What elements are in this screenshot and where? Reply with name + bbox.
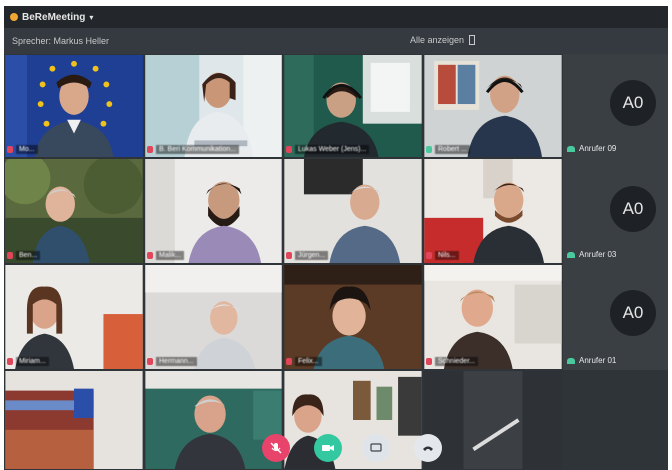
top-bar: BeReMeeting ▾ xyxy=(4,6,668,28)
participant-tile[interactable]: Schnieder... xyxy=(423,264,563,370)
video-icon xyxy=(322,445,334,451)
participant-video xyxy=(424,55,562,157)
hang-up-button[interactable] xyxy=(414,434,442,462)
phone-icon xyxy=(567,251,575,258)
screen-share-button[interactable] xyxy=(362,434,390,462)
participant-name-bar: Hermann... xyxy=(147,355,280,367)
meeting-title[interactable]: BeReMeeting xyxy=(22,12,85,23)
screen-share-icon xyxy=(370,443,382,452)
hang-up-icon xyxy=(423,446,433,451)
mic-muted-icon xyxy=(147,145,153,153)
participant-name: Lukas Weber (Jens)... xyxy=(295,144,370,154)
participant-name: Miriam... xyxy=(16,356,49,366)
participant-tile[interactable]: Ben... xyxy=(4,158,144,264)
participant-name-bar: Lukas Weber (Jens)... xyxy=(286,143,420,155)
caller-label: Anrufer 03 xyxy=(567,250,616,259)
participant-tile[interactable]: Hermann... xyxy=(144,264,283,370)
participant-tile[interactable]: B. Beri Kommunikation... xyxy=(144,54,283,158)
phone-icon xyxy=(567,145,575,152)
participant-video xyxy=(284,55,422,157)
participant-name-bar: Malik... xyxy=(147,249,280,261)
caller-name: Anrufer 01 xyxy=(579,356,617,365)
phone-icon xyxy=(567,357,575,364)
mic-muted-icon xyxy=(426,251,432,259)
participant-name-bar: B. Beri Kommunikation... xyxy=(147,143,280,155)
participant-tile[interactable]: Lukas Weber (Jens)... xyxy=(283,54,423,158)
mic-off-icon xyxy=(270,442,282,454)
mic-muted-icon xyxy=(286,145,292,153)
caller-name: Anrufer 09 xyxy=(579,144,617,153)
participant-name-bar: Felix... xyxy=(286,355,420,367)
participant-name-bar: Ben... xyxy=(7,249,141,261)
mic-muted-icon xyxy=(7,251,13,259)
mic-muted-icon xyxy=(286,357,292,365)
participant-name: Mo... xyxy=(16,144,38,154)
chevron-down-icon[interactable]: ▾ xyxy=(89,13,93,22)
speaker-bar: Sprecher: Markus Heller Alle anzeigen xyxy=(4,28,668,54)
participant-name: Hermann... xyxy=(156,356,197,366)
participant-name-bar: Miriam... xyxy=(7,355,141,367)
participant-name: Felix... xyxy=(295,356,322,366)
participant-tile[interactable]: Miriam... xyxy=(4,264,144,370)
participant-name: Ben... xyxy=(16,250,41,260)
participant-tile[interactable]: Mo... xyxy=(4,54,144,158)
participant-name: Malik... xyxy=(156,250,185,260)
active-speaker-label: Sprecher: Markus Heller xyxy=(12,36,110,46)
layout-icon xyxy=(469,35,476,45)
participant-video xyxy=(145,159,282,263)
meeting-status-icon xyxy=(10,13,18,21)
mic-muted-icon xyxy=(7,145,13,153)
participant-grid: Mo... B. Beri Kommunikation... Lukas Web… xyxy=(4,54,668,470)
caller-label: Anrufer 09 xyxy=(567,144,616,153)
participant-video xyxy=(5,159,143,263)
participant-name: Robert ... xyxy=(435,144,470,154)
participant-video xyxy=(424,265,562,369)
avatar: A0 xyxy=(610,186,656,232)
video-conference-window: BeReMeeting ▾ Sprecher: Markus Heller Al… xyxy=(4,6,668,470)
participant-video xyxy=(284,265,422,369)
participant-video xyxy=(5,55,143,157)
mic-muted-icon xyxy=(7,357,13,365)
participant-name-bar: Robert ... xyxy=(426,143,560,155)
view-toggle[interactable]: Alle anzeigen xyxy=(410,35,476,45)
mic-muted-icon xyxy=(147,251,153,259)
participant-tile[interactable]: Malik... xyxy=(144,158,283,264)
video-button[interactable] xyxy=(314,434,342,462)
participant-name-bar: Jürgen... xyxy=(286,249,420,261)
caller-label: Anrufer 01 xyxy=(567,356,616,365)
view-toggle-label: Alle anzeigen xyxy=(410,35,465,45)
participant-name: B. Beri Kommunikation... xyxy=(156,144,240,154)
anonymous-tile[interactable]: A0 Anrufer 01 xyxy=(563,264,668,370)
caller-name: Anrufer 03 xyxy=(579,250,617,259)
participant-video xyxy=(5,265,143,369)
participant-name-bar: Nils... xyxy=(426,249,560,261)
participant-name: Jürgen... xyxy=(295,250,329,260)
mic-muted-icon xyxy=(426,357,432,365)
participant-video xyxy=(145,265,282,369)
participant-video xyxy=(284,159,422,263)
participant-tile[interactable]: Jürgen... xyxy=(283,158,423,264)
participant-video xyxy=(424,159,562,263)
mic-muted-icon xyxy=(286,251,292,259)
participant-tile[interactable]: Nils... xyxy=(423,158,563,264)
mic-muted-icon xyxy=(147,357,153,365)
anonymous-tile[interactable]: A0 Anrufer 03 xyxy=(563,158,668,264)
call-controls xyxy=(4,434,668,466)
participant-name: Schnieder... xyxy=(435,356,478,366)
participant-video xyxy=(145,55,282,157)
mute-button[interactable] xyxy=(262,434,290,462)
avatar: A0 xyxy=(610,290,656,336)
participant-name: Nils... xyxy=(435,250,459,260)
mic-on-icon xyxy=(426,145,432,153)
participant-tile[interactable]: Felix... xyxy=(283,264,423,370)
participant-name-bar: Mo... xyxy=(7,143,141,155)
avatar: A0 xyxy=(610,80,656,126)
anonymous-tile[interactable]: A0 Anrufer 09 xyxy=(563,54,668,158)
participant-name-bar: Schnieder... xyxy=(426,355,560,367)
participant-tile[interactable]: Robert ... xyxy=(423,54,563,158)
